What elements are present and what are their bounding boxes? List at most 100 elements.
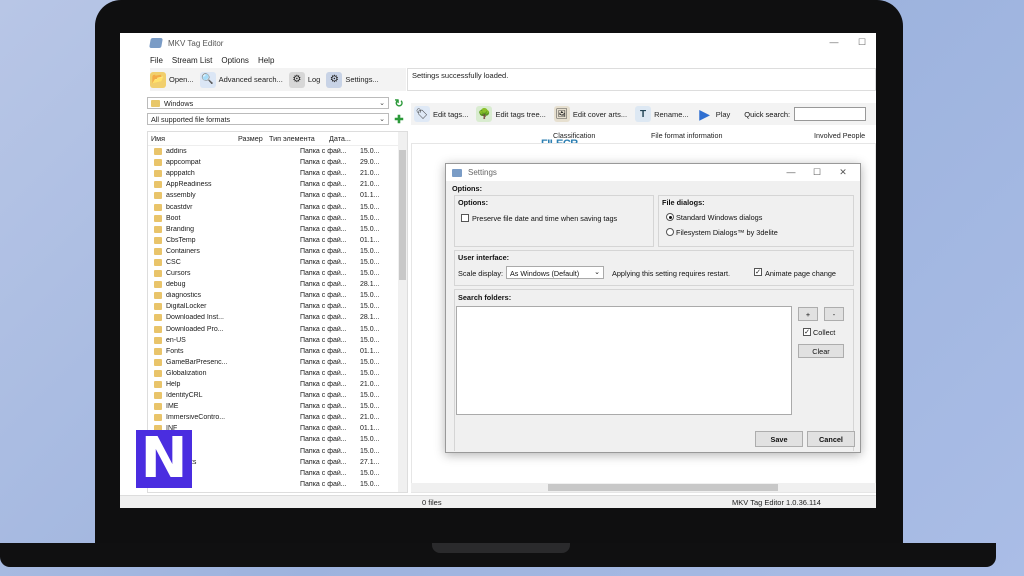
file-list-row[interactable]: GameBarPresenc... Папка с фай... 15.0... xyxy=(148,357,407,368)
advanced-search-button[interactable]: 🔍 Advanced search... xyxy=(199,71,283,88)
menu-stream-list[interactable]: Stream List xyxy=(172,56,212,65)
edit-cover-arts-button[interactable]: 🖼 Edit cover arts... xyxy=(553,106,627,122)
menu-options[interactable]: Options xyxy=(221,56,249,65)
preserve-date-checkbox[interactable] xyxy=(461,214,469,222)
col-size[interactable]: Размер xyxy=(235,134,266,143)
filesystem-dialogs-radio[interactable] xyxy=(666,228,674,236)
open-button[interactable]: 📂 Open... xyxy=(150,71,194,88)
col-classification[interactable]: Classification xyxy=(553,131,651,143)
maximize-button[interactable]: ☐ xyxy=(848,33,876,51)
brand-logo: N xyxy=(136,430,192,488)
file-list-row[interactable]: DigitalLocker Папка с фай... 15.0... xyxy=(148,301,407,312)
file-list-row[interactable]: Fonts Папка с фай... 01.1... xyxy=(148,346,407,357)
log-label: Log xyxy=(307,75,321,84)
edit-tags-button[interactable]: 🏷 Edit tags... xyxy=(414,106,468,122)
tag-toolbar: 🏷 Edit tags... 🌳 Edit tags tree... 🖼 Edi… xyxy=(411,103,876,125)
file-list-row[interactable]: en-US Папка с фай... 15.0... xyxy=(148,335,407,346)
play-button[interactable]: ▶ Play xyxy=(697,106,730,122)
file-list-row[interactable]: Downloaded Inst... Папка с фай... 28.1... xyxy=(148,312,407,323)
scale-display-select[interactable]: As Windows (Default) ⌄ xyxy=(506,266,604,279)
file-list-row[interactable]: IME Папка с фай... 15.0... xyxy=(148,401,407,412)
file-type-cell: Папка с фай... xyxy=(300,281,347,289)
file-date-cell: 15.0... xyxy=(360,403,380,411)
scrollbar-thumb[interactable] xyxy=(399,150,406,280)
file-list-row[interactable]: Downloaded Pro... Папка с фай... 15.0... xyxy=(148,324,407,335)
format-combo[interactable]: All supported file formats ⌄ xyxy=(147,113,389,125)
file-list-row[interactable]: Branding Папка с фай... 15.0... xyxy=(148,224,407,235)
dialog-close-button[interactable]: ✕ xyxy=(830,164,856,180)
file-list-row[interactable]: Help Папка с фай... 21.0... xyxy=(148,379,407,390)
file-name-cell: Cursors xyxy=(148,270,266,278)
edit-tags-tree-button[interactable]: 🌳 Edit tags tree... xyxy=(476,106,546,122)
settings-button[interactable]: ⚙ Settings... xyxy=(326,71,379,88)
dialog-maximize-button[interactable]: ☐ xyxy=(804,164,830,180)
standard-dialogs-radio[interactable] xyxy=(666,213,674,221)
file-name-cell: apppatch xyxy=(148,170,266,178)
menu-file[interactable]: File xyxy=(150,56,163,65)
file-list-row[interactable]: Globalization Папка с фай... 15.0... xyxy=(148,368,407,379)
clear-button[interactable]: Clear xyxy=(798,344,844,358)
dialog-title: Settings xyxy=(468,168,497,177)
animate-page-label: Animate page change xyxy=(765,269,836,278)
file-list-row[interactable]: bcastdvr Папка с фай... 15.0... xyxy=(148,201,407,212)
file-name: CbsTemp xyxy=(166,236,196,244)
minimize-button[interactable]: — xyxy=(820,33,848,51)
quick-search-input[interactable] xyxy=(794,107,867,121)
file-list-row[interactable]: assembly Папка с фай... 01.1... xyxy=(148,190,407,201)
file-list-row[interactable]: Containers Папка с фай... 15.0... xyxy=(148,246,407,257)
file-list-row[interactable]: AppReadiness Папка с фай... 21.0... xyxy=(148,179,407,190)
file-date-cell: 01.1... xyxy=(360,347,380,355)
file-name-cell: DigitalLocker xyxy=(148,303,266,311)
file-type-cell: Папка с фай... xyxy=(300,225,347,233)
file-list-row[interactable]: apppatch Папка с фай... 21.0... xyxy=(148,168,407,179)
file-list-row[interactable]: appcompat Папка с фай... 29.0... xyxy=(148,157,407,168)
search-folders-list[interactable] xyxy=(456,306,792,415)
menu-help[interactable]: Help xyxy=(258,56,274,65)
file-list-row[interactable]: ImmersiveContro... Папка с фай... 21.0... xyxy=(148,412,407,423)
menu-bar: File Stream List Options Help xyxy=(120,53,876,67)
file-date-cell: 15.0... xyxy=(360,480,380,488)
file-date-cell: 15.0... xyxy=(360,325,380,333)
file-date-cell: 21.0... xyxy=(360,414,380,422)
refresh-icon[interactable]: ↻ xyxy=(393,97,405,110)
add-folder-button[interactable]: + xyxy=(798,307,818,321)
file-name-cell: Help xyxy=(148,381,266,389)
file-list-row[interactable]: CSC Папка с фай... 15.0... xyxy=(148,257,407,268)
save-button[interactable]: Save xyxy=(755,431,803,447)
dialog-minimize-button[interactable]: — xyxy=(778,164,804,180)
rename-button[interactable]: T Rename... xyxy=(635,106,689,122)
collect-checkbox[interactable]: ✓ xyxy=(803,328,811,336)
file-name: Branding xyxy=(166,225,195,233)
remove-folder-button[interactable]: - xyxy=(824,307,844,321)
file-list-row[interactable]: addins Папка с фай... 15.0... xyxy=(148,146,407,157)
file-name: Help xyxy=(166,381,181,389)
horizontal-scrollbar[interactable] xyxy=(411,483,876,492)
scrollbar-thumb[interactable] xyxy=(548,484,778,491)
log-button[interactable]: ⚙ Log xyxy=(288,71,321,88)
file-list-row[interactable]: Boot Папка с фай... 15.0... xyxy=(148,213,407,224)
file-list-row[interactable]: debug Папка с фай... 28.1... xyxy=(148,279,407,290)
file-list-scrollbar[interactable] xyxy=(398,132,407,492)
file-list-row[interactable]: CbsTemp Папка с фай... 01.1... xyxy=(148,235,407,246)
col-name[interactable]: Имя xyxy=(148,134,235,143)
file-list-row[interactable]: IdentityCRL Папка с фай... 15.0... xyxy=(148,390,407,401)
status-file-count: 0 files xyxy=(422,498,442,507)
file-name: CSC xyxy=(166,258,181,266)
file-list-row[interactable]: diagnostics Папка с фай... 15.0... xyxy=(148,290,407,301)
col-file-format[interactable]: File format information xyxy=(651,131,814,143)
col-type[interactable]: Тип элемента xyxy=(266,134,326,143)
cancel-button[interactable]: Cancel xyxy=(807,431,855,447)
file-date-cell: 15.0... xyxy=(360,225,380,233)
folder-combo-value: Windows xyxy=(164,98,194,108)
file-list-row[interactable]: Cursors Папка с фай... 15.0... xyxy=(148,268,407,279)
main-toolbar: 📂 Open... 🔍 Advanced search... ⚙ Log ⚙ S… xyxy=(150,68,406,91)
file-name-cell: Containers xyxy=(148,247,266,255)
col-involved-people[interactable]: Involved People xyxy=(814,131,876,143)
folder-icon xyxy=(154,292,162,300)
add-folder-icon[interactable]: ✚ xyxy=(393,113,405,126)
folder-combo[interactable]: Windows ⌄ xyxy=(147,97,389,109)
file-type-cell: Папка с фай... xyxy=(300,292,347,300)
col-date[interactable]: Дата... xyxy=(326,134,366,143)
folder-icon xyxy=(154,270,162,278)
animate-page-checkbox[interactable]: ✓ xyxy=(754,268,762,276)
